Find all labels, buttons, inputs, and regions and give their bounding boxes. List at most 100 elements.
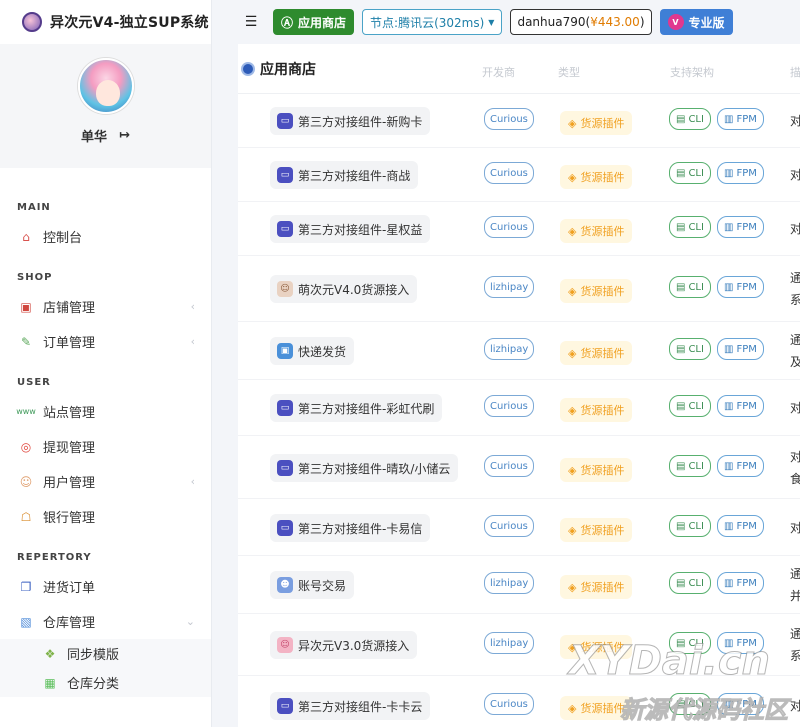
- app-store-label: 应用商店: [298, 15, 347, 30]
- developer-badge[interactable]: lizhipay: [484, 276, 535, 298]
- table-row[interactable]: ▣ 快递发货 lizhipay ◈ 货源插件 ▤ CLI ▥ FPM 通 及: [238, 322, 800, 380]
- developer-badge[interactable]: Curious: [484, 162, 534, 184]
- nav-section-repertory: REPERTORY: [17, 552, 92, 563]
- sidebar-item-bank-manage[interactable]: ☖ 银行管理: [0, 499, 211, 534]
- brand[interactable]: 异次元V4-独立SUP系统: [0, 0, 211, 44]
- app-store-button[interactable]: Ⓐ 应用商店: [273, 9, 355, 35]
- type-label: 货源插件: [580, 581, 625, 594]
- plugin-name-chip[interactable]: ▭ 第三方对接组件-卡易信: [270, 514, 431, 542]
- plugin-name-chip[interactable]: ▭ 第三方对接组件-星权益: [270, 215, 431, 243]
- window-icon: ▥: [724, 281, 734, 293]
- arch-label: FPM: [736, 400, 757, 412]
- plugin-name-chip[interactable]: ▭ 第三方对接组件-卡卡云: [270, 692, 431, 720]
- sidebar-item-site-manage[interactable]: www 站点管理: [0, 394, 211, 429]
- developer-badge[interactable]: lizhipay: [484, 572, 535, 594]
- plugin-name-chip[interactable]: ▭ 第三方对接组件-新购卡: [270, 107, 431, 135]
- window-icon: ▥: [724, 520, 734, 532]
- table-row[interactable]: ☺ 萌次元V4.0货源接入 lizhipay ◈ 货源插件 ▤ CLI ▥ FPM 通 系: [238, 256, 800, 322]
- developer-badge[interactable]: Curious: [484, 693, 534, 715]
- developer-badge[interactable]: Curious: [484, 455, 534, 477]
- nav-section-main: MAIN: [17, 202, 51, 213]
- plugin-description: 通 系: [790, 271, 800, 307]
- plugin-icon: ▭: [277, 167, 293, 183]
- type-label: 货源插件: [580, 702, 625, 715]
- sidebar-item-label: 提现管理: [43, 441, 96, 456]
- menu-toggle-button[interactable]: ☰: [237, 9, 265, 35]
- sidebar-nav: MAIN ⌂ 控制台 SHOP ▣ 店铺管理 ‹ ✎ 订单管理 ‹ USER w…: [0, 168, 211, 697]
- sidebar-item-warehouse-manage[interactable]: ▧ 仓库管理 ⌄: [0, 604, 211, 639]
- arch-label: CLI: [688, 520, 704, 532]
- developer-badge[interactable]: Curious: [484, 216, 534, 238]
- logout-icon[interactable]: ↦: [119, 128, 130, 143]
- type-badge: ◈ 货源插件: [560, 111, 633, 135]
- arch-badge-cli: ▤ CLI: [669, 338, 711, 360]
- terminal-icon: ▤: [676, 281, 686, 293]
- box-icon: ◈: [568, 346, 577, 360]
- box-icon: ◈: [568, 523, 577, 537]
- plugin-icon: ▭: [277, 460, 293, 476]
- developer-badge[interactable]: Curious: [484, 395, 534, 417]
- plugin-name: 第三方对接组件-星权益: [298, 222, 423, 237]
- arch-badge-cli: ▤ CLI: [669, 162, 711, 184]
- pro-edition-button[interactable]: V 专业版: [659, 9, 733, 35]
- arch-badge-cli: ▤ CLI: [669, 455, 711, 477]
- sidebar-item-shop-manage[interactable]: ▣ 店铺管理 ‹: [0, 289, 211, 324]
- developer-badge[interactable]: lizhipay: [484, 338, 535, 360]
- www-icon: www: [16, 407, 36, 416]
- sidebar-item-order-manage[interactable]: ✎ 订单管理 ‹: [0, 324, 211, 359]
- plugin-name: 第三方对接组件-彩虹代刷: [298, 401, 435, 416]
- app-logo-icon: [22, 12, 42, 32]
- sidebar-item-user-manage[interactable]: ☺ 用户管理 ‹: [0, 464, 211, 499]
- arch-label: FPM: [736, 460, 757, 472]
- table-header: 应用商店 开发商 类型 支持架构 描: [238, 44, 800, 94]
- arch-label: CLI: [688, 698, 704, 710]
- table-row[interactable]: ▭ 第三方对接组件-彩虹代刷 Curious ◈ 货源插件 ▤ CLI ▥ FPM 对: [238, 380, 800, 436]
- user-balance-button[interactable]: danhua790(¥443.00): [510, 9, 652, 35]
- node-label: 节点:腾讯云(302ms): [370, 15, 485, 30]
- sidebar-item-dashboard[interactable]: ⌂ 控制台: [0, 219, 211, 254]
- plugin-name-chip[interactable]: ☺ 异次元V3.0货源接入: [270, 631, 418, 659]
- type-label: 货源插件: [580, 404, 625, 417]
- page-title: 应用商店: [238, 59, 482, 79]
- order-icon: ✎: [20, 334, 32, 349]
- sidebar-item-withdraw-manage[interactable]: ◎ 提现管理: [0, 429, 211, 464]
- table-row[interactable]: ▭ 第三方对接组件-商战 Curious ◈ 货源插件 ▤ CLI ▥ FPM 对: [238, 148, 800, 202]
- plugin-name-chip[interactable]: ▭ 第三方对接组件-彩虹代刷: [270, 394, 443, 422]
- plugin-name-chip[interactable]: ▭ 第三方对接组件-晴玖/小储云: [270, 454, 459, 482]
- box-icon: ◈: [568, 463, 577, 477]
- table-row[interactable]: ▭ 第三方对接组件-新购卡 Curious ◈ 货源插件 ▤ CLI ▥ FPM 对: [238, 94, 800, 148]
- arch-label: CLI: [688, 637, 704, 649]
- account-balance: ¥443.00: [590, 15, 640, 29]
- plugin-name-chip[interactable]: ☺ 萌次元V4.0货源接入: [270, 275, 418, 303]
- developer-badge[interactable]: Curious: [484, 108, 534, 130]
- terminal-icon: ▤: [676, 577, 686, 589]
- window-icon: ▥: [724, 221, 734, 233]
- table-row[interactable]: ▭ 第三方对接组件-星权益 Curious ◈ 货源插件 ▤ CLI ▥ FPM 对: [238, 202, 800, 256]
- developer-badge[interactable]: lizhipay: [484, 632, 535, 654]
- plugin-name-chip[interactable]: ▭ 第三方对接组件-商战: [270, 161, 419, 189]
- user-icon: ☺: [19, 474, 33, 489]
- arch-badge-fpm: ▥ FPM: [717, 216, 764, 238]
- sidebar-item-label: 进货订单: [43, 581, 96, 596]
- main-content: 应用商店 开发商 类型 支持架构 描 ▭ 第三方对接组件-新购卡 Curious ◈ 货…: [238, 44, 800, 727]
- avatar[interactable]: [77, 58, 134, 114]
- table-row[interactable]: ☻ 账号交易 lizhipay ◈ 货源插件 ▤ CLI ▥ FPM 通 并: [238, 556, 800, 614]
- table-row[interactable]: ▭ 第三方对接组件-卡易信 Curious ◈ 货源插件 ▤ CLI ▥ FPM 对: [238, 499, 800, 556]
- sidebar-item-purchase-orders[interactable]: ❐ 进货订单: [0, 569, 211, 604]
- developer-badge[interactable]: Curious: [484, 515, 534, 537]
- node-select[interactable]: 节点:腾讯云(302ms) ▼: [362, 9, 503, 35]
- table-row[interactable]: ▭ 第三方对接组件-晴玖/小储云 Curious ◈ 货源插件 ▤ CLI ▥ FPM 对 食: [238, 436, 800, 499]
- plugin-name-chip[interactable]: ▣ 快递发货: [270, 337, 355, 365]
- box-icon: ◈: [568, 403, 577, 417]
- sidebar-item-sync-template[interactable]: ❖ 同步模版: [0, 639, 211, 668]
- type-badge: ◈ 货源插件: [560, 279, 633, 303]
- table-row[interactable]: ☺ 异次元V3.0货源接入 lizhipay ◈ 货源插件 ▤ CLI ▥ FPM 通 系: [238, 614, 800, 676]
- type-badge: ◈ 货源插件: [560, 635, 633, 659]
- plugin-icon: ▭: [277, 400, 293, 416]
- table-row[interactable]: ▭ 第三方对接组件-卡卡云 Curious ◈ 货源插件 ▤ CLI ▥ FPM 对: [238, 676, 800, 727]
- sidebar-item-warehouse-category[interactable]: ▦ 仓库分类: [0, 668, 211, 697]
- type-badge: ◈ 货源插件: [560, 219, 633, 243]
- plugin-icon: ▣: [277, 343, 293, 359]
- withdraw-icon: ◎: [20, 439, 32, 454]
- plugin-name-chip[interactable]: ☻ 账号交易: [270, 571, 355, 599]
